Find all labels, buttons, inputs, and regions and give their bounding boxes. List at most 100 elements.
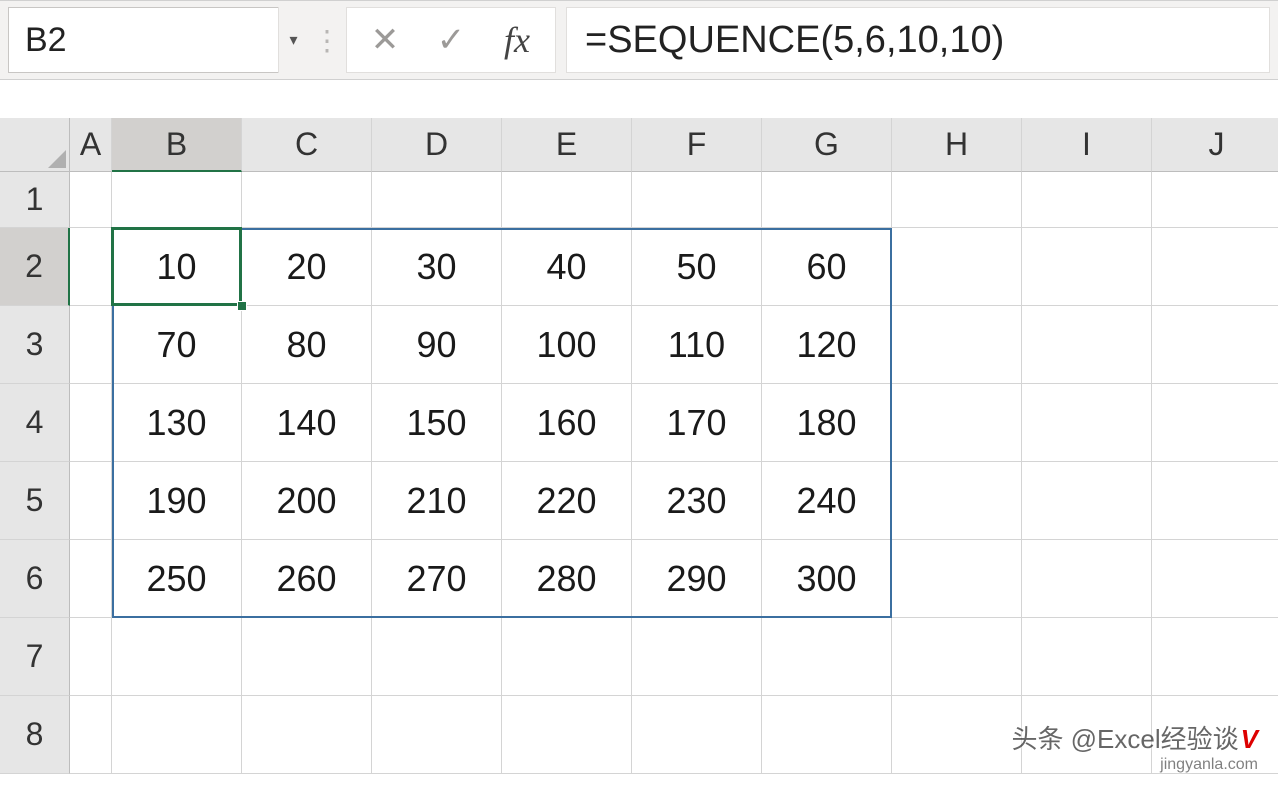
insert-function-button[interactable]: fx <box>485 10 549 70</box>
column-header-J[interactable]: J <box>1152 118 1278 172</box>
cell-A4[interactable] <box>70 384 112 462</box>
cell-H3[interactable] <box>892 306 1022 384</box>
cell-E4[interactable]: 160 <box>502 384 632 462</box>
name-box[interactable] <box>8 7 308 73</box>
cell-I5[interactable] <box>1022 462 1152 540</box>
row-header-8[interactable]: 8 <box>0 696 70 774</box>
cell-F2[interactable]: 50 <box>632 228 762 306</box>
cell-D2[interactable]: 30 <box>372 228 502 306</box>
row-header-6[interactable]: 6 <box>0 540 70 618</box>
column-header-E[interactable]: E <box>502 118 632 172</box>
cell-D6[interactable]: 270 <box>372 540 502 618</box>
cell-A3[interactable] <box>70 306 112 384</box>
cell-A1[interactable] <box>70 172 112 228</box>
cell-H7[interactable] <box>892 618 1022 696</box>
cell-C3[interactable]: 80 <box>242 306 372 384</box>
cell-F1[interactable] <box>632 172 762 228</box>
cell-A2[interactable] <box>70 228 112 306</box>
column-header-B[interactable]: B <box>112 118 242 172</box>
cell-G1[interactable] <box>762 172 892 228</box>
cell-E6[interactable]: 280 <box>502 540 632 618</box>
cell-G5[interactable]: 240 <box>762 462 892 540</box>
cell-F5[interactable]: 230 <box>632 462 762 540</box>
cell-I6[interactable] <box>1022 540 1152 618</box>
cell-J5[interactable] <box>1152 462 1278 540</box>
cell-A6[interactable] <box>70 540 112 618</box>
cell-J3[interactable] <box>1152 306 1278 384</box>
cell-G2[interactable]: 60 <box>762 228 892 306</box>
cell-G6[interactable]: 300 <box>762 540 892 618</box>
cell-B6[interactable]: 250 <box>112 540 242 618</box>
cell-F8[interactable] <box>632 696 762 774</box>
cell-I1[interactable] <box>1022 172 1152 228</box>
cell-E1[interactable] <box>502 172 632 228</box>
cell-G8[interactable] <box>762 696 892 774</box>
cell-H2[interactable] <box>892 228 1022 306</box>
cell-D8[interactable] <box>372 696 502 774</box>
cell-D4[interactable]: 150 <box>372 384 502 462</box>
select-all-corner[interactable] <box>0 118 70 172</box>
cell-E2[interactable]: 40 <box>502 228 632 306</box>
cell-F7[interactable] <box>632 618 762 696</box>
column-header-I[interactable]: I <box>1022 118 1152 172</box>
cell-G7[interactable] <box>762 618 892 696</box>
cell-I2[interactable] <box>1022 228 1152 306</box>
cell-F6[interactable]: 290 <box>632 540 762 618</box>
cell-A7[interactable] <box>70 618 112 696</box>
fill-handle[interactable] <box>237 301 247 311</box>
cell-I3[interactable] <box>1022 306 1152 384</box>
cell-E5[interactable]: 220 <box>502 462 632 540</box>
cell-E3[interactable]: 100 <box>502 306 632 384</box>
cell-F4[interactable]: 170 <box>632 384 762 462</box>
cell-C5[interactable]: 200 <box>242 462 372 540</box>
column-header-F[interactable]: F <box>632 118 762 172</box>
formula-input[interactable] <box>566 7 1270 73</box>
cell-B7[interactable] <box>112 618 242 696</box>
cell-J2[interactable] <box>1152 228 1278 306</box>
cell-H5[interactable] <box>892 462 1022 540</box>
cell-E8[interactable] <box>502 696 632 774</box>
cell-H8[interactable] <box>892 696 1022 774</box>
cell-C4[interactable]: 140 <box>242 384 372 462</box>
column-header-D[interactable]: D <box>372 118 502 172</box>
cell-C6[interactable]: 260 <box>242 540 372 618</box>
row-header-7[interactable]: 7 <box>0 618 70 696</box>
cell-D3[interactable]: 90 <box>372 306 502 384</box>
cell-A5[interactable] <box>70 462 112 540</box>
cell-I7[interactable] <box>1022 618 1152 696</box>
cell-D7[interactable] <box>372 618 502 696</box>
cell-H1[interactable] <box>892 172 1022 228</box>
cell-C2[interactable]: 20 <box>242 228 372 306</box>
cell-C1[interactable] <box>242 172 372 228</box>
cell-J7[interactable] <box>1152 618 1278 696</box>
cell-J4[interactable] <box>1152 384 1278 462</box>
cell-A8[interactable] <box>70 696 112 774</box>
column-header-G[interactable]: G <box>762 118 892 172</box>
row-header-4[interactable]: 4 <box>0 384 70 462</box>
cell-J6[interactable] <box>1152 540 1278 618</box>
cell-I4[interactable] <box>1022 384 1152 462</box>
row-header-5[interactable]: 5 <box>0 462 70 540</box>
cell-B5[interactable]: 190 <box>112 462 242 540</box>
name-box-dropdown[interactable]: ▾ <box>278 7 308 73</box>
cell-D5[interactable]: 210 <box>372 462 502 540</box>
cell-B1[interactable] <box>112 172 242 228</box>
cell-J1[interactable] <box>1152 172 1278 228</box>
row-header-3[interactable]: 3 <box>0 306 70 384</box>
cell-G4[interactable]: 180 <box>762 384 892 462</box>
column-header-H[interactable]: H <box>892 118 1022 172</box>
cell-F3[interactable]: 110 <box>632 306 762 384</box>
cell-D1[interactable] <box>372 172 502 228</box>
cell-H4[interactable] <box>892 384 1022 462</box>
cell-C7[interactable] <box>242 618 372 696</box>
cell-B8[interactable] <box>112 696 242 774</box>
cell-B3[interactable]: 70 <box>112 306 242 384</box>
row-header-2[interactable]: 2 <box>0 228 70 306</box>
column-header-A[interactable]: A <box>70 118 112 172</box>
cell-H6[interactable] <box>892 540 1022 618</box>
cell-G3[interactable]: 120 <box>762 306 892 384</box>
spreadsheet-grid[interactable]: ABCDEFGHIJ121020304050603708090100110120… <box>0 118 1278 774</box>
cell-B4[interactable]: 130 <box>112 384 242 462</box>
row-header-1[interactable]: 1 <box>0 172 70 228</box>
cell-C8[interactable] <box>242 696 372 774</box>
